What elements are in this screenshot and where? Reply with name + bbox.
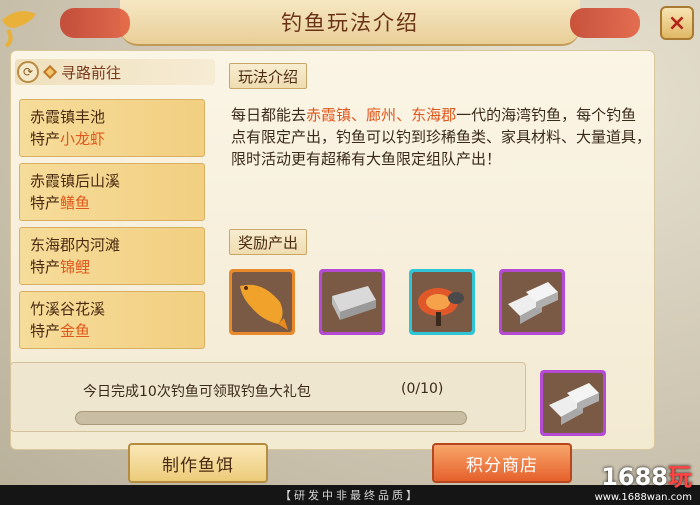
daily-task-text: 今日完成10次钓鱼可领取钓鱼大礼包 [83,384,311,400]
route-name: 赤霞镇后山溪 [30,172,121,190]
swirl-icon: ⟳ [17,61,39,83]
watermark-logo: 1688玩 [601,463,692,491]
intro-text: 每日都能去赤霞镇、廊州、东海郡一代的海湾钓鱼，每个钓鱼点有限定产出，钓鱼可以钓到… [231,106,652,168]
route-sidebar: ⟳ 寻路前往 赤霞镇丰池 特产小龙虾 赤霞镇后山溪 特产鳝鱼 东海郡内河滩 特产… [15,59,215,349]
daily-task-count: (0/10) [401,381,444,397]
lingzhi-mushroom-icon [412,272,472,332]
route-list[interactable]: 赤霞镇丰池 特产小龙虾 赤霞镇后山溪 特产鳝鱼 东海郡内河滩 特产锦鲤 竹溪谷花… [19,99,205,349]
watermark-url: www.1688wan.com [594,492,692,503]
close-icon: × [667,10,687,36]
route-name: 东海郡内河滩 [30,236,121,254]
route-specialty: 特产锦鲤 [30,258,91,276]
route-item[interactable]: 赤霞镇丰池 特产小龙虾 [19,99,205,157]
route-header[interactable]: ⟳ 寻路前往 [15,59,215,85]
daily-progress-bar [75,411,467,425]
reward-slot[interactable] [229,269,295,335]
banner-ribbon-right [570,8,640,38]
route-specialty: 特产金鱼 [30,322,91,340]
daily-progress-panel: 今日完成10次钓鱼可领取钓鱼大礼包 (0/10) [10,362,526,432]
silver-bars-icon [502,272,562,332]
points-shop-button[interactable]: 积分商店 [432,443,572,483]
rewards-section-label: 奖励产出 [229,229,308,255]
intro-section-label: 玩法介绍 [229,63,308,89]
close-button[interactable]: × [660,6,694,40]
reward-slot[interactable] [409,269,475,335]
route-item[interactable]: 竹溪谷花溪 特产金鱼 [19,291,205,349]
route-header-label: 寻路前往 [61,63,122,82]
route-name: 竹溪谷花溪 [30,300,106,318]
page-title: 钓鱼玩法介绍 [281,11,419,35]
route-item[interactable]: 东海郡内河滩 特产锦鲤 [19,227,205,285]
make-bait-button[interactable]: 制作鱼饵 [128,443,268,483]
route-specialty: 特产小龙虾 [30,130,106,148]
reward-list [229,269,565,335]
banner-ribbon-left [60,8,130,38]
silver-bars-icon [543,373,603,433]
diamond-icon [42,64,58,80]
route-specialty: 特产鳝鱼 [30,194,91,212]
reward-slot[interactable] [499,269,565,335]
gift-reward-slot[interactable] [540,370,606,436]
silver-ingot-icon [322,272,382,332]
route-name: 赤霞镇丰池 [30,108,106,126]
title-banner: 钓鱼玩法介绍 [60,0,640,46]
golden-fish-icon [232,272,292,332]
reward-slot[interactable] [319,269,385,335]
route-item[interactable]: 赤霞镇后山溪 特产鳝鱼 [19,163,205,221]
site-watermark: 1688玩 www.1688wan.com [595,457,692,503]
koi-fish-decoration [2,11,36,48]
